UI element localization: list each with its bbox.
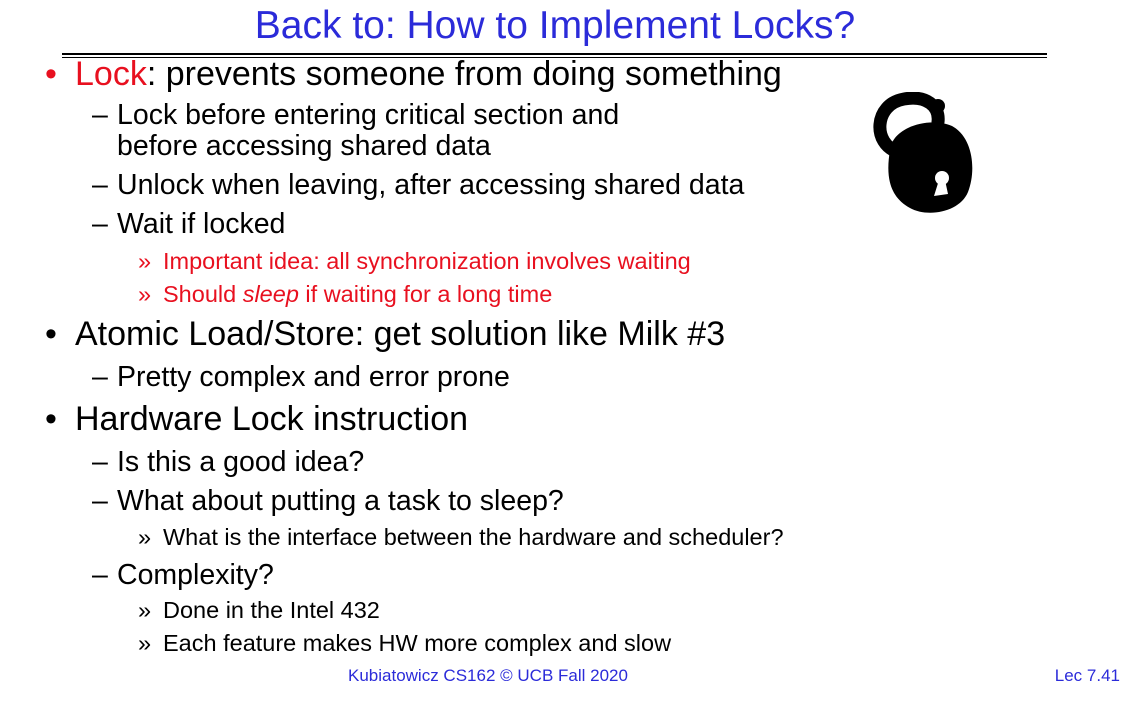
dash-marker: – [92, 559, 108, 591]
footer-slide-number: Lec 7.41 [1054, 666, 1120, 685]
dash-marker: – [92, 485, 108, 517]
sub-text: Complexity? [117, 559, 274, 591]
dash-marker: – [92, 169, 108, 201]
subsub-text: Done in the Intel 432 [163, 597, 380, 623]
sub-text: What about putting a task to sleep? [117, 485, 564, 517]
dash-marker: – [92, 446, 108, 478]
bullet-marker: • [45, 315, 57, 353]
subsub-text: What is the interface between the hardwa… [163, 524, 784, 550]
slide-title: Back to: How to Implement Locks? [254, 4, 856, 47]
bullet-text-rest: : prevents someone from doing something [146, 55, 782, 93]
subsub-text: Each feature makes HW more complex and s… [163, 630, 672, 656]
dash-marker: – [92, 99, 108, 131]
text-post: if waiting for a long time [298, 281, 553, 307]
sub-text: Unlock when leaving, after accessing sha… [117, 169, 745, 201]
sub-text: Wait if locked [117, 208, 286, 240]
sub-text: Is this a good idea? [117, 446, 365, 478]
dash-marker: – [92, 208, 108, 240]
footer-credit: Kubiatowicz CS162 © UCB Fall 2020 [348, 666, 628, 685]
bullet-text: Atomic Load/Store: get solution like Mil… [75, 315, 726, 353]
open-padlock-icon [873, 92, 973, 213]
raquo-marker: » [138, 248, 152, 274]
bullet-text: Hardware Lock instruction [75, 400, 469, 438]
raquo-marker: » [138, 630, 152, 656]
raquo-marker: » [138, 597, 152, 623]
keyword-lock: Lock [75, 55, 147, 93]
dash-marker: – [92, 361, 108, 393]
bullet-marker: • [45, 55, 57, 93]
raquo-marker: » [138, 281, 152, 307]
bullet-text: Lock: prevents someone from doing someth… [75, 54, 782, 94]
sub-text-line1: Lock before entering critical section an… [117, 99, 620, 131]
raquo-marker: » [138, 524, 152, 550]
subsub-text: Important idea: all synchronization invo… [163, 248, 691, 274]
sub-text: Pretty complex and error prone [117, 361, 510, 393]
sub-text-line2: before accessing shared data [117, 130, 491, 162]
text-pre: Should [163, 281, 243, 307]
bullet-marker: • [45, 400, 57, 438]
text-emphasis: sleep [242, 281, 299, 307]
subsub-text: Should sleep if waiting for a long time [163, 279, 552, 309]
